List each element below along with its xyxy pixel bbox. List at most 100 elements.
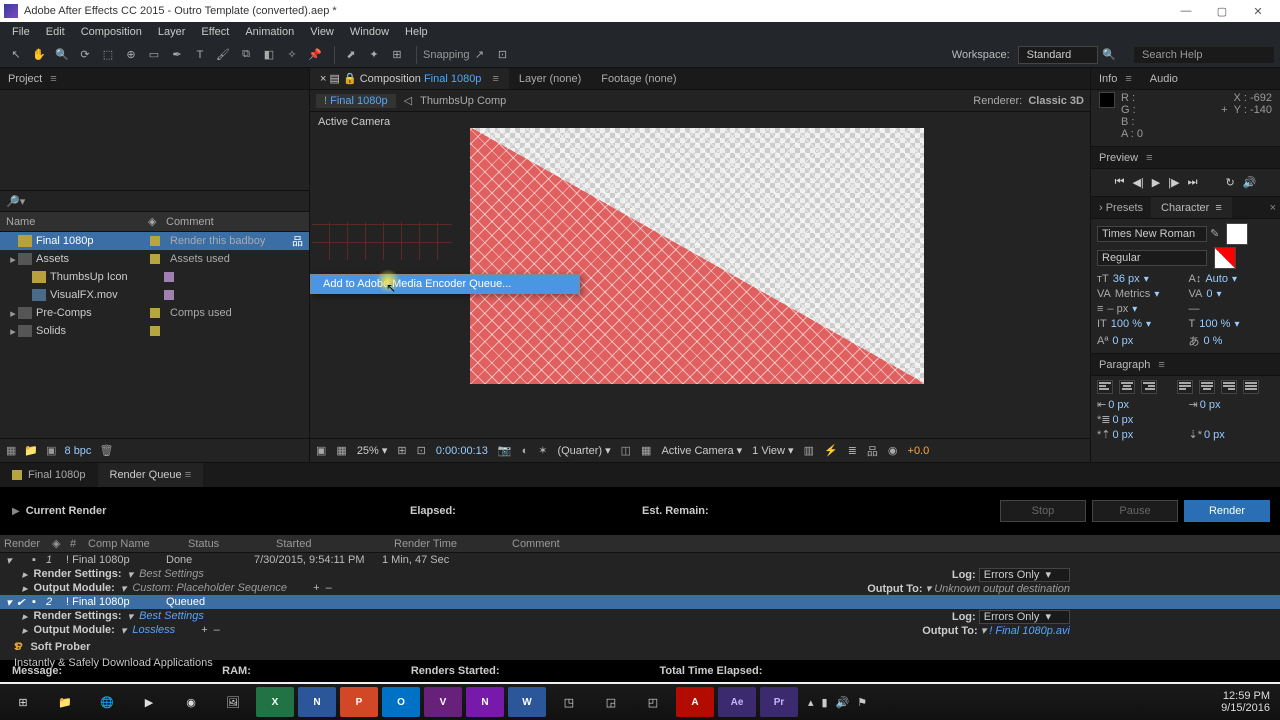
close-button[interactable]: ✕: [1240, 0, 1276, 22]
last-frame-icon[interactable]: ⏭: [1188, 176, 1198, 189]
show-channel-icon[interactable]: ◐: [522, 445, 529, 457]
first-frame-icon[interactable]: ⏮: [1115, 176, 1125, 189]
menu-help[interactable]: Help: [405, 26, 428, 38]
puppet-tool-icon[interactable]: 📌: [305, 45, 325, 65]
task-app3-icon[interactable]: ◰: [634, 687, 672, 717]
composition-viewport[interactable]: Active Camera Add to Adobe Media Encoder…: [310, 112, 1090, 438]
timeline-icon[interactable]: ≣: [848, 444, 857, 457]
mini-nav-back-icon[interactable]: ◁: [404, 94, 412, 107]
rq-item[interactable]: ▾✔▪2! Final 1080pQueued: [0, 595, 1280, 609]
roi-icon[interactable]: ◫: [621, 444, 631, 457]
zoom-dropdown[interactable]: 25% ▾: [357, 444, 388, 457]
task-pr-icon[interactable]: Pr: [760, 687, 798, 717]
stroke-swatch[interactable]: [1214, 247, 1236, 269]
character-tab[interactable]: Character: [1161, 202, 1209, 214]
menu-file[interactable]: File: [12, 26, 30, 38]
rq-render-settings[interactable]: ▸Render Settings: ▾ Best SettingsLog: Er…: [0, 567, 1280, 581]
grid-icon[interactable]: ⊡: [417, 444, 426, 457]
hscale[interactable]: 100 %: [1199, 318, 1230, 330]
rq-render-settings[interactable]: ▸Render Settings: ▾ Best SettingsLog: Er…: [0, 609, 1280, 623]
timecode[interactable]: 0:00:00:13: [436, 445, 488, 457]
resolution-dropdown[interactable]: (Quarter) ▾: [557, 444, 610, 457]
rq-output-module[interactable]: ▸Output Module: ▾ Lossless+ –Output To: …: [0, 623, 1280, 637]
tray-net-icon[interactable]: ▮: [822, 696, 828, 709]
comp-icon[interactable]: ▣: [46, 444, 56, 457]
eyedropper-icon[interactable]: ✎: [1210, 228, 1219, 240]
font-family-select[interactable]: Times New Roman: [1097, 226, 1207, 242]
task-excel-icon[interactable]: X: [256, 687, 294, 717]
roto-tool-icon[interactable]: ✧: [282, 45, 302, 65]
taskbar-clock[interactable]: 12:59 PM9/15/2016: [1221, 690, 1276, 714]
justify-center-icon[interactable]: [1199, 380, 1215, 394]
col-label-icon[interactable]: ◈: [148, 215, 162, 228]
render-button[interactable]: Render: [1184, 500, 1270, 522]
camera-dropdown[interactable]: Active Camera ▾: [661, 444, 742, 457]
stroke-width[interactable]: – px: [1107, 303, 1128, 315]
pixel-ar-icon[interactable]: ▥: [804, 444, 814, 457]
info-tab[interactable]: Info: [1099, 73, 1117, 85]
text-tool-icon[interactable]: T: [190, 45, 210, 65]
snapshot-icon[interactable]: 📷: [498, 444, 512, 457]
layer-tab[interactable]: Layer (none): [509, 68, 591, 89]
project-item[interactable]: VisualFX.mov: [0, 286, 309, 304]
task-browser-icon[interactable]: 🌐: [88, 687, 126, 717]
local-axis-icon[interactable]: ⬈: [341, 45, 361, 65]
task-vlc-icon[interactable]: ▶: [130, 687, 168, 717]
camera-tool-icon[interactable]: ⬚: [98, 45, 118, 65]
task-word-icon[interactable]: W: [508, 687, 546, 717]
layer-switch-icon[interactable]: ▤: [330, 72, 340, 85]
menu-window[interactable]: Window: [350, 26, 389, 38]
renderer-value[interactable]: Classic 3D: [1028, 95, 1084, 107]
font-style-select[interactable]: Regular: [1097, 250, 1207, 266]
trash-icon[interactable]: 🗑: [99, 444, 113, 457]
start-button[interactable]: ⊞: [4, 687, 42, 717]
selection-tool-icon[interactable]: ↖: [6, 45, 26, 65]
views-dropdown[interactable]: 1 View ▾: [752, 444, 793, 457]
folder-icon[interactable]: 📁: [24, 444, 38, 457]
paragraph-tab[interactable]: Paragraph: [1099, 359, 1150, 371]
exposure-value[interactable]: +0.0: [908, 445, 930, 457]
tray-up-icon[interactable]: ▴: [808, 696, 814, 709]
task-app2-icon[interactable]: ◲: [592, 687, 630, 717]
task-onenote2-icon[interactable]: N: [466, 687, 504, 717]
fast-preview-icon[interactable]: ⚡: [824, 444, 838, 457]
snap-grid-icon[interactable]: ⊡: [493, 45, 513, 65]
clone-tool-icon[interactable]: ⧉: [236, 45, 256, 65]
render-queue-tab[interactable]: Render Queue ≡: [98, 463, 204, 487]
transp-grid-icon[interactable]: ▦: [641, 444, 651, 457]
color-mgmt-icon[interactable]: ✶: [538, 444, 547, 457]
interpret-icon[interactable]: ▦: [6, 444, 16, 457]
next-frame-icon[interactable]: |▶: [1168, 176, 1179, 189]
project-item[interactable]: ▸AssetsAssets used: [0, 250, 309, 268]
justify-right-icon[interactable]: [1221, 380, 1237, 394]
audio-tab[interactable]: Audio: [1150, 73, 1178, 85]
align-right-icon[interactable]: [1141, 380, 1157, 394]
menu-edit[interactable]: Edit: [46, 26, 65, 38]
fill-swatch[interactable]: [1226, 223, 1248, 245]
align-left-icon[interactable]: [1097, 380, 1113, 394]
space-before[interactable]: 0 px: [1113, 429, 1134, 441]
tracking[interactable]: 0: [1206, 288, 1212, 300]
task-explorer-icon[interactable]: 📁: [46, 687, 84, 717]
anchor-tool-icon[interactable]: ⊕: [121, 45, 141, 65]
close-panel-icon[interactable]: ×: [1270, 202, 1276, 214]
task-chrome-icon[interactable]: ◉: [172, 687, 210, 717]
menu-animation[interactable]: Animation: [245, 26, 294, 38]
render-queue-list[interactable]: ▾▪1! Final 1080pDone7/30/2015, 9:54:11 P…: [0, 553, 1280, 660]
project-search[interactable]: 🔎▾: [0, 190, 309, 212]
task-app1-icon[interactable]: ◳: [550, 687, 588, 717]
workspace-select[interactable]: Standard: [1018, 46, 1099, 64]
project-item[interactable]: Final 1080pRender this badboy品: [0, 232, 309, 250]
col-name[interactable]: Name: [0, 216, 148, 228]
world-axis-icon[interactable]: ✦: [364, 45, 384, 65]
kerning[interactable]: Metrics: [1115, 288, 1150, 300]
project-item[interactable]: ▸Pre-CompsComps used: [0, 304, 309, 322]
col-comment[interactable]: Comment: [162, 216, 309, 228]
context-add-to-encoder[interactable]: Add to Adobe Media Encoder Queue... ↖: [311, 275, 579, 293]
align-center-icon[interactable]: [1119, 380, 1135, 394]
indent-first[interactable]: 0 px: [1113, 414, 1134, 426]
project-item[interactable]: ThumbsUp Icon: [0, 268, 309, 286]
menu-composition[interactable]: Composition: [81, 26, 142, 38]
task-ae-icon[interactable]: Ae: [718, 687, 756, 717]
tab-comp-name[interactable]: Final 1080p: [424, 73, 482, 85]
